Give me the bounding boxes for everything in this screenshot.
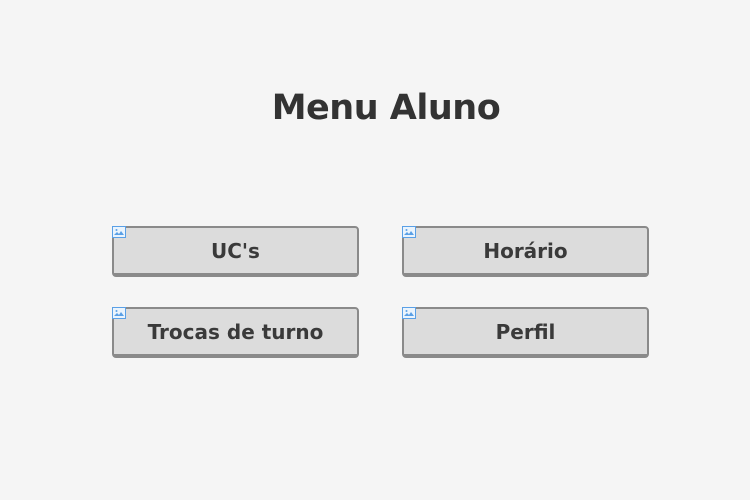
- broken-image-icon: [112, 226, 126, 238]
- trocas-de-turno-button-label: Trocas de turno: [147, 319, 324, 344]
- trocas-de-turno-button[interactable]: Trocas de turno: [112, 307, 359, 358]
- broken-image-icon: [402, 307, 416, 319]
- page-title: Menu Aluno: [271, 88, 501, 128]
- horario-button-label: Horário: [483, 238, 568, 263]
- horario-button[interactable]: Horário: [402, 226, 649, 277]
- broken-image-icon: [112, 307, 126, 319]
- perfil-button-label: Perfil: [495, 319, 556, 344]
- ucs-button[interactable]: UC's: [112, 226, 359, 277]
- ucs-button-label: UC's: [211, 238, 260, 263]
- broken-image-icon: [402, 226, 416, 238]
- perfil-button[interactable]: Perfil: [402, 307, 649, 358]
